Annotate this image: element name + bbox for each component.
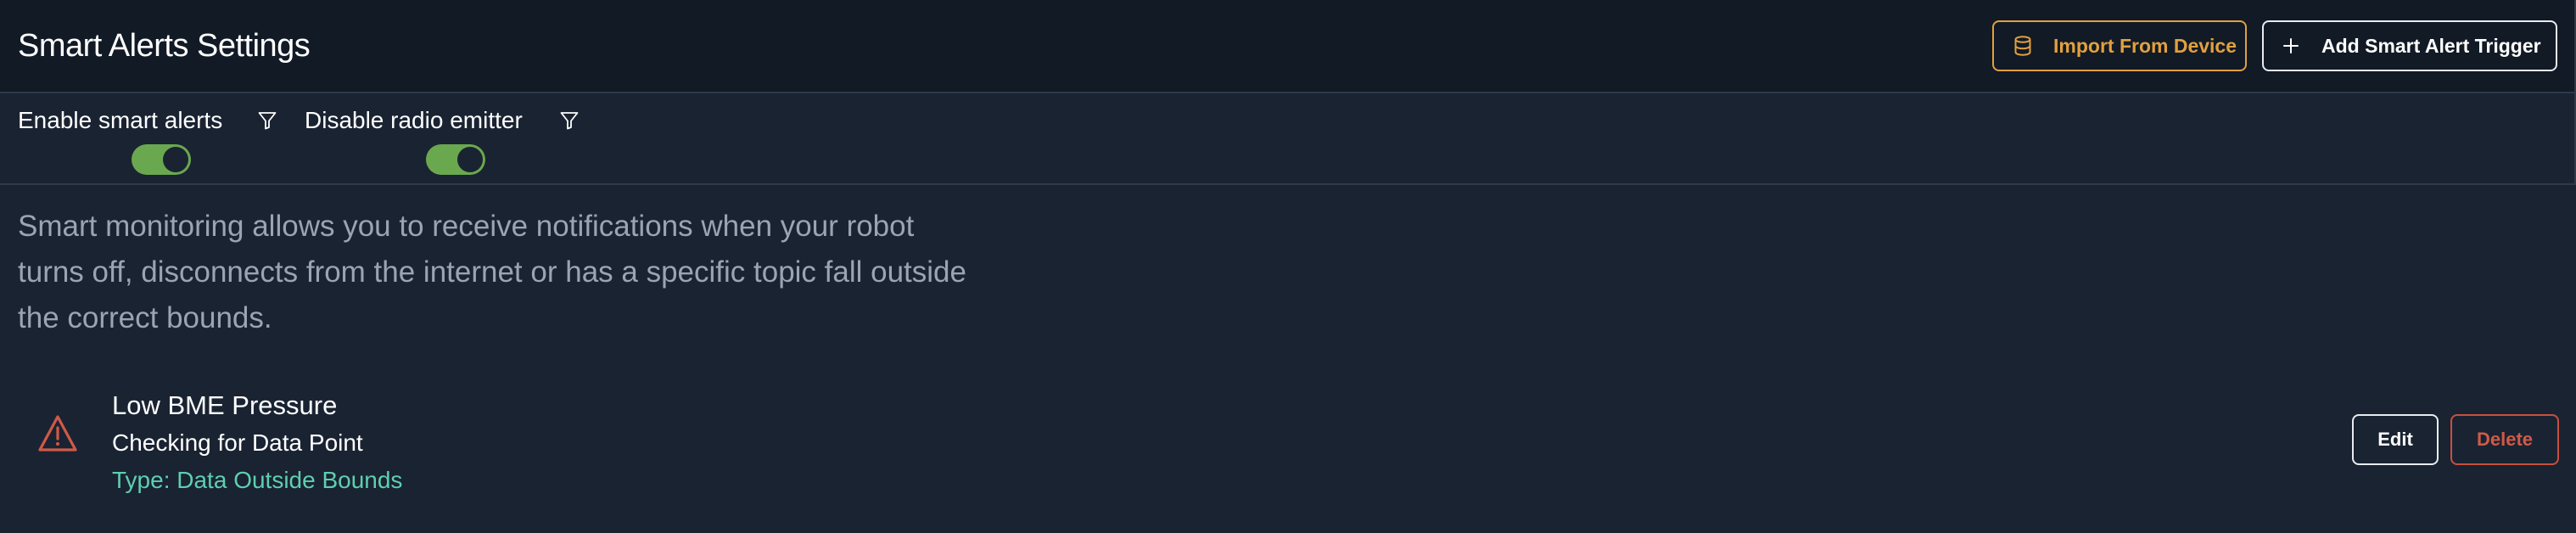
filter-icon[interactable] bbox=[257, 110, 277, 131]
smart-monitoring-description: Smart monitoring allows you to receive n… bbox=[18, 210, 966, 334]
page-header: Smart Alerts Settings Import From Device… bbox=[0, 0, 2576, 93]
disable-radio-emitter-toggle[interactable] bbox=[426, 144, 485, 175]
enable-smart-alerts-toggle[interactable] bbox=[132, 144, 191, 175]
alert-list-item: Low BME Pressure Checking for Data Point… bbox=[0, 373, 2576, 509]
alert-title: Low BME Pressure bbox=[112, 390, 338, 420]
add-smart-alert-trigger-label: Add Smart Alert Trigger bbox=[2321, 34, 2541, 57]
toggle-knob bbox=[457, 147, 483, 172]
database-icon bbox=[2013, 36, 2033, 56]
page-title: Smart Alerts Settings bbox=[18, 28, 311, 64]
alert-subtitle: Checking for Data Point bbox=[112, 429, 363, 456]
plus-icon bbox=[2281, 36, 2301, 56]
delete-button[interactable]: Delete bbox=[2450, 414, 2559, 465]
filter-bar: Enable smart alerts Disable radio emitte… bbox=[0, 93, 2576, 185]
disable-radio-emitter-label: Disable radio emitter bbox=[305, 107, 523, 133]
toggle-knob bbox=[163, 147, 188, 172]
add-smart-alert-trigger-button[interactable]: Add Smart Alert Trigger bbox=[2262, 20, 2557, 71]
alert-type-prefix: Type: bbox=[112, 467, 171, 493]
enable-smart-alerts-label: Enable smart alerts bbox=[18, 107, 223, 133]
filter-icon[interactable] bbox=[559, 110, 580, 131]
import-from-device-button[interactable]: Import From Device bbox=[1992, 20, 2247, 71]
edit-button[interactable]: Edit bbox=[2352, 414, 2439, 465]
alert-type: Type: Data Outside Bounds bbox=[112, 465, 402, 496]
alert-type-value: Data Outside Bounds bbox=[176, 467, 403, 493]
warning-triangle-icon bbox=[37, 414, 78, 453]
import-from-device-label: Import From Device bbox=[2053, 34, 2237, 57]
